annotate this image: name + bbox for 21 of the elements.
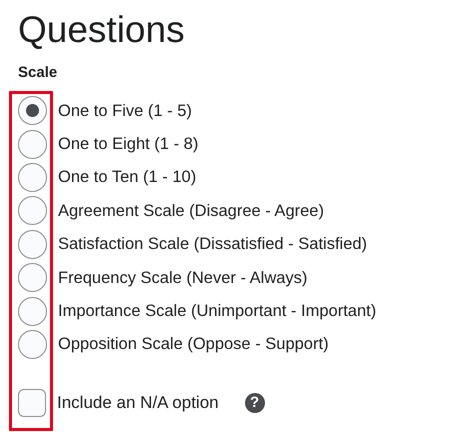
radio-label: Satisfaction Scale (Dissatisfied - Satisfied) bbox=[58, 234, 368, 256]
radio-label: One to Five (1 - 5) bbox=[58, 100, 192, 122]
radio-button[interactable] bbox=[18, 330, 47, 359]
help-icon[interactable]: ? bbox=[244, 393, 265, 414]
checkbox-label: Include an N/A option bbox=[57, 392, 219, 414]
radio-button[interactable] bbox=[18, 96, 47, 126]
checkbox[interactable] bbox=[18, 389, 46, 418]
radio-button[interactable] bbox=[18, 130, 47, 159]
radio-label: Opposition Scale (Oppose - Support) bbox=[58, 334, 329, 356]
radio-button[interactable] bbox=[18, 296, 47, 326]
radio-label: Agreement Scale (Disagree - Agree) bbox=[58, 200, 324, 222]
radio-button[interactable] bbox=[18, 162, 47, 192]
radio-label: One to Ten (1 - 10) bbox=[58, 167, 196, 188]
radio-button[interactable] bbox=[18, 230, 47, 259]
radio-button[interactable] bbox=[18, 263, 47, 292]
radio-label: Frequency Scale (Never - Always) bbox=[58, 268, 308, 289]
radio-label: Importance Scale (Unimportant - Important) bbox=[58, 301, 376, 322]
radio-button[interactable] bbox=[18, 196, 47, 226]
radio-label: One to Eight (1 - 8) bbox=[58, 134, 198, 156]
page-title: Questions bbox=[18, 8, 186, 52]
section-label: Scale bbox=[18, 64, 58, 82]
